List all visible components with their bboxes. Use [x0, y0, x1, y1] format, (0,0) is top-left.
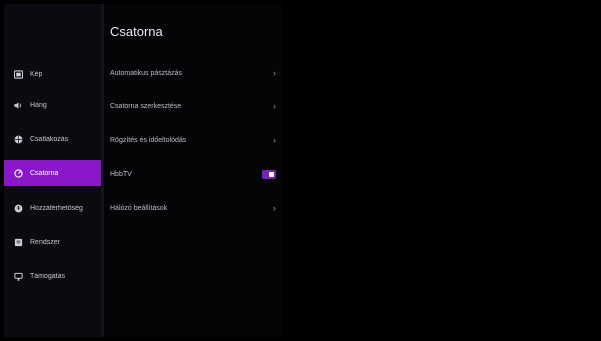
menu-item-auto-scan[interactable]: Automatikus pásztázás › [104, 58, 282, 88]
sidebar-item-label: Hang [30, 101, 47, 109]
menu-item-network-settings[interactable]: Hálózó beállítások › [104, 193, 282, 223]
channel-settings-panel: Csatorna Automatikus pásztázás › Csatorn… [104, 4, 282, 337]
chevron-right-icon: › [273, 203, 276, 213]
sidebar-item-support[interactable]: Támogatás [4, 264, 101, 288]
menu-item-label: Rögzítés és időeltolódás [110, 136, 187, 144]
menu-item-label: Automatikus pásztázás [110, 69, 182, 77]
sidebar-item-channel[interactable]: Csatorna [4, 160, 101, 186]
menu-item-label: Csatorna szerkesztése [110, 102, 182, 110]
menu-item-label: HbbTV [110, 170, 132, 178]
channel-icon [13, 168, 23, 178]
menu-item-label: Hálózó beállítások [110, 204, 168, 212]
sidebar-item-label: Rendszer [30, 238, 60, 246]
page-title: Csatorna [110, 24, 163, 39]
toggle-knob [269, 171, 274, 177]
hbbtv-toggle[interactable] [262, 169, 276, 179]
sidebar-item-sound[interactable]: Hang [4, 93, 101, 117]
preview-area [282, 4, 597, 337]
sidebar-item-label: Csatlakozás [30, 135, 69, 143]
tv-screen: Kép Hang Csatlakozás Csatorna Hozzáférhe… [0, 0, 601, 341]
sidebar-item-system[interactable]: Rendszer [4, 230, 101, 254]
settings-sidebar: Kép Hang Csatlakozás Csatorna Hozzáférhe… [4, 4, 101, 337]
chevron-right-icon: › [273, 101, 276, 111]
chevron-right-icon: › [273, 68, 276, 78]
menu-item-edit-channels[interactable]: Csatorna szerkesztése › [104, 91, 282, 121]
speaker-icon [13, 100, 23, 110]
accessibility-icon [13, 203, 23, 213]
sidebar-item-accessibility[interactable]: Hozzáférhetőség [4, 196, 101, 220]
sidebar-item-label: Kép [30, 70, 43, 78]
sidebar-item-connection[interactable]: Csatlakozás [4, 127, 101, 151]
sidebar-item-label: Hozzáférhetőség [30, 204, 83, 212]
menu-item-recording-timeshift[interactable]: Rögzítés és időeltolódás › [104, 125, 282, 155]
sidebar-item-label: Támogatás [30, 272, 66, 280]
sidebar-item-picture[interactable]: Kép [4, 62, 101, 86]
picture-icon [13, 69, 23, 79]
system-icon [13, 237, 23, 247]
globe-icon [13, 134, 23, 144]
menu-item-hbbtv[interactable]: HbbTV [104, 159, 282, 189]
sidebar-item-label: Csatorna [30, 169, 59, 177]
support-icon [13, 271, 23, 281]
chevron-right-icon: › [273, 135, 276, 145]
